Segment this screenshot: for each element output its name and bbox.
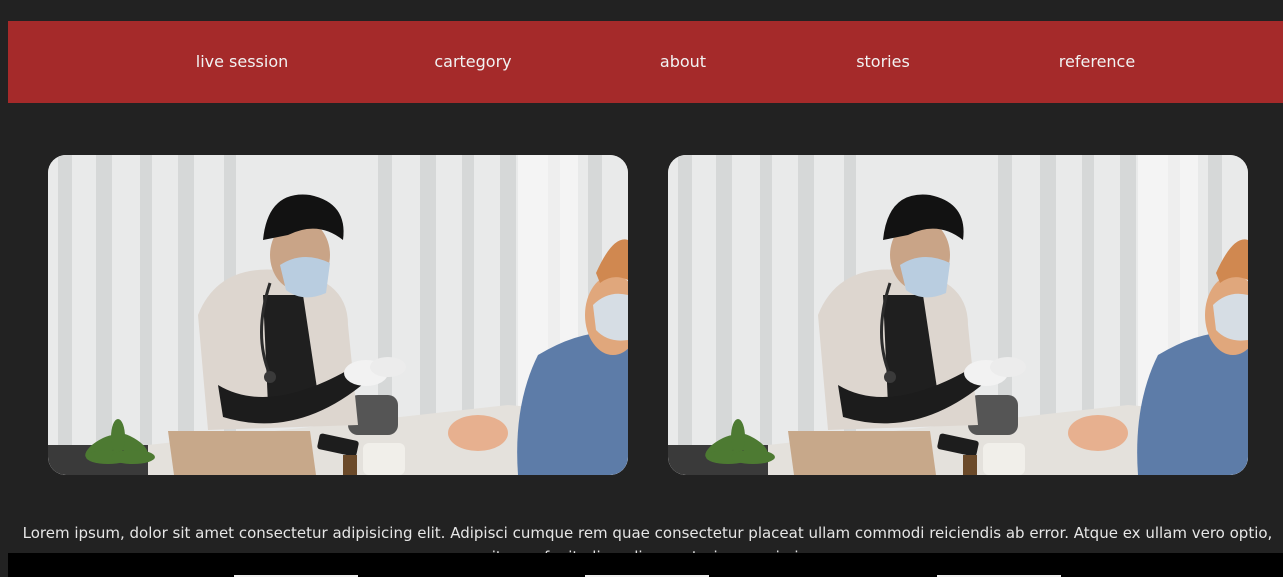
gallery-image-1: [48, 155, 628, 475]
nav-link-reference[interactable]: reference: [1059, 21, 1135, 103]
gallery-image-2: [668, 155, 1248, 475]
footer-bar: [8, 553, 1283, 577]
nav-link-live-session[interactable]: live session: [196, 21, 289, 103]
nav-link-stories[interactable]: stories: [856, 21, 910, 103]
nav-link-about[interactable]: about: [660, 21, 706, 103]
top-navbar: live session cartegory about stories ref…: [8, 21, 1283, 103]
nav-link-category[interactable]: cartegory: [434, 21, 511, 103]
doctor-consultation-photo: [668, 155, 1248, 475]
doctor-consultation-photo: [48, 155, 628, 475]
page: live session cartegory about stories ref…: [0, 0, 1283, 577]
